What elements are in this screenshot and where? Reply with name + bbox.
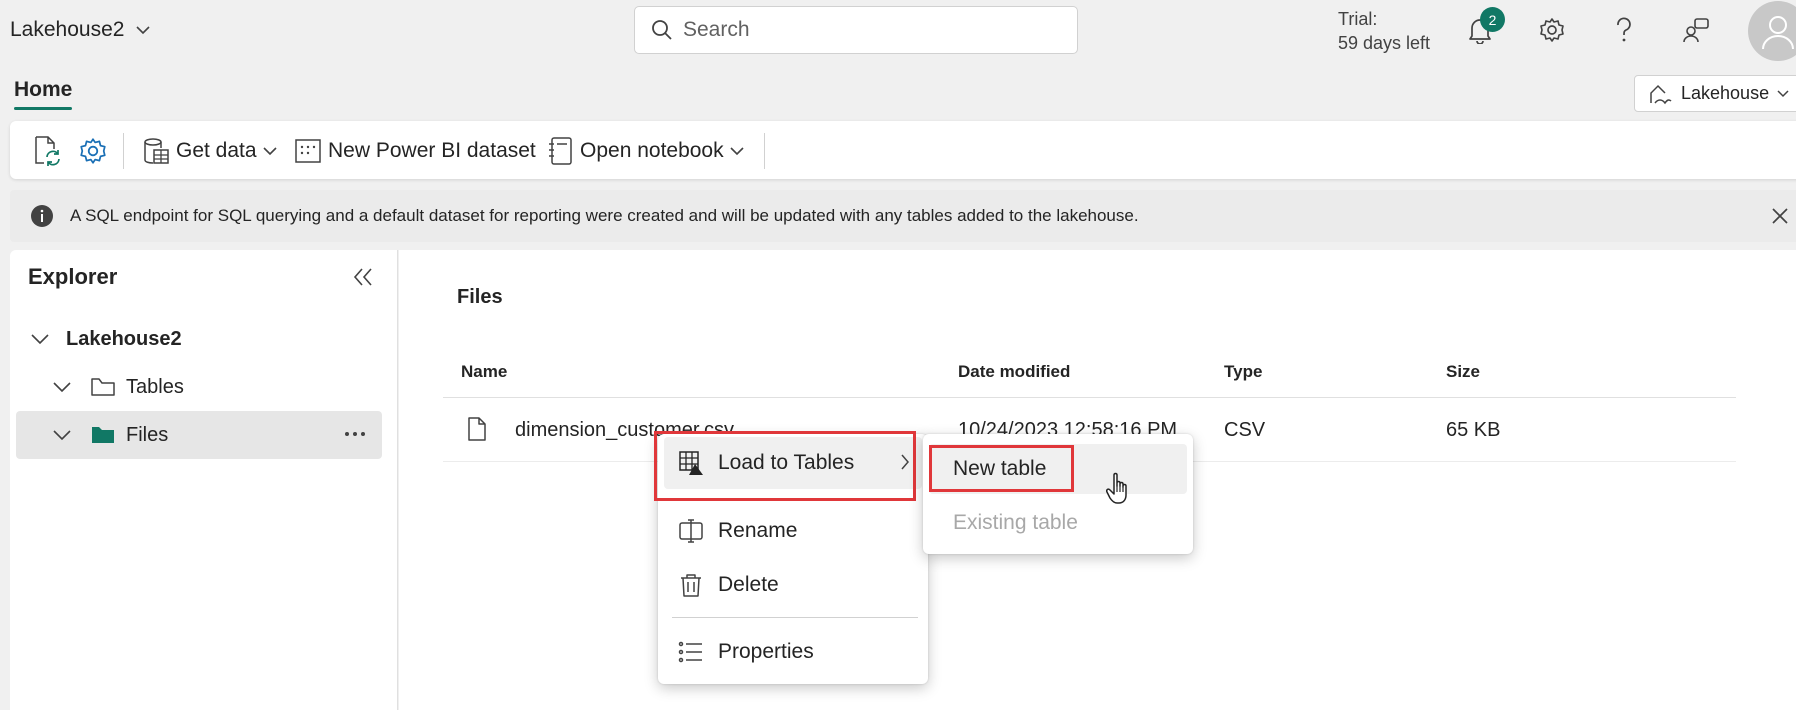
- header-divider: [443, 397, 1736, 398]
- get-data-label: Get data: [176, 139, 257, 162]
- feedback-button[interactable]: [1678, 12, 1714, 48]
- info-message-text: A SQL endpoint for SQL querying and a de…: [70, 206, 1139, 225]
- trial-days-left: 59 days left: [1338, 33, 1431, 53]
- table-row-type: CSV: [1224, 419, 1266, 441]
- chevron-down-icon: [30, 333, 54, 345]
- menu-item-label: Rename: [718, 519, 798, 542]
- column-header-date[interactable]: Date modified: [958, 362, 1070, 382]
- chevron-down-icon: [52, 429, 76, 441]
- explorer-title: Explorer: [28, 264, 118, 289]
- new-dataset-label: New Power BI dataset: [328, 139, 536, 162]
- notebook-icon: [548, 136, 574, 166]
- chevron-down-icon: [730, 146, 744, 156]
- submenu-item-existing-table: Existing table: [929, 498, 1187, 548]
- menu-item-delete[interactable]: Delete: [664, 559, 922, 611]
- lakehouse-icon: [1649, 83, 1673, 105]
- menu-divider: [672, 617, 918, 618]
- database-table-icon: [142, 136, 170, 166]
- search-icon: [651, 19, 673, 41]
- experience-label: Lakehouse: [1681, 83, 1770, 103]
- files-view-title: Files: [457, 286, 503, 308]
- tree-item-label: Tables: [126, 375, 184, 398]
- file-name-visible: dimension_cust: [515, 419, 654, 441]
- collapse-pane-icon[interactable]: [352, 266, 374, 288]
- submenu-item-label: Existing table: [953, 511, 1078, 534]
- people-feedback-icon: [1681, 16, 1711, 44]
- more-options-icon[interactable]: [344, 431, 366, 437]
- refresh-button[interactable]: [32, 134, 62, 168]
- tree-item-label: Lakehouse2: [66, 327, 182, 350]
- chevron-down-icon: [136, 25, 151, 35]
- tree-item-tables[interactable]: Tables: [16, 363, 382, 411]
- user-icon: [1758, 11, 1796, 51]
- help-button[interactable]: [1606, 12, 1642, 48]
- search-placeholder: Search: [683, 18, 750, 41]
- open-notebook-button[interactable]: Open notebook: [548, 134, 744, 168]
- tree-item-lakehouse[interactable]: Lakehouse2: [16, 315, 382, 363]
- chevron-down-icon: [1777, 89, 1789, 98]
- new-dataset-button[interactable]: New Power BI dataset: [294, 134, 536, 168]
- menu-item-label: Delete: [718, 573, 779, 596]
- tab-home[interactable]: Home: [14, 78, 72, 102]
- chevron-down-icon: [262, 146, 277, 156]
- rename-icon: [678, 518, 704, 544]
- tab-home-underline: [14, 107, 72, 110]
- settings-button[interactable]: [78, 134, 108, 168]
- ribbon-divider: [764, 133, 765, 169]
- hand-pointer-cursor-icon: [1106, 472, 1132, 506]
- tree-item-files[interactable]: Files: [16, 411, 382, 459]
- workspace-switcher[interactable]: Lakehouse2: [10, 18, 151, 42]
- menu-item-properties[interactable]: Properties: [664, 626, 922, 678]
- folder-icon: [90, 376, 116, 398]
- column-header-name[interactable]: Name: [461, 362, 507, 382]
- experience-switcher[interactable]: Lakehouse: [1634, 75, 1796, 112]
- trial-label: Trial:: [1338, 9, 1378, 29]
- ribbon-toolbar: [10, 121, 1796, 179]
- get-data-button[interactable]: Get data: [142, 134, 277, 168]
- menu-item-rename[interactable]: Rename: [664, 505, 922, 557]
- gear-icon: [1538, 16, 1566, 44]
- trash-icon: [678, 572, 704, 598]
- workspace-title: Lakehouse2: [10, 18, 125, 41]
- highlight-load-to-tables: [654, 431, 916, 501]
- tree-item-label: Files: [126, 423, 169, 446]
- trial-status: Trial: 59 days left: [1338, 7, 1430, 55]
- question-mark-icon: [1613, 16, 1635, 44]
- column-header-size[interactable]: Size: [1446, 362, 1480, 382]
- gear-icon: [78, 136, 108, 166]
- highlight-new-table: [929, 445, 1074, 492]
- column-header-type[interactable]: Type: [1224, 362, 1262, 382]
- search-input[interactable]: Search: [634, 6, 1078, 54]
- refresh-document-icon: [32, 135, 62, 167]
- table-row-size: 65 KB: [1446, 419, 1501, 441]
- list-icon: [678, 640, 704, 664]
- folder-icon: [90, 424, 116, 446]
- file-icon: [466, 416, 488, 442]
- menu-item-label: Properties: [718, 640, 814, 663]
- notification-badge: 2: [1480, 7, 1505, 32]
- chevron-down-icon: [52, 381, 76, 393]
- close-icon[interactable]: [1770, 206, 1790, 226]
- ribbon-divider: [123, 133, 124, 169]
- dataset-icon: [294, 137, 322, 165]
- info-icon: [30, 204, 54, 228]
- settings-button[interactable]: [1534, 12, 1570, 48]
- open-notebook-label: Open notebook: [580, 139, 724, 162]
